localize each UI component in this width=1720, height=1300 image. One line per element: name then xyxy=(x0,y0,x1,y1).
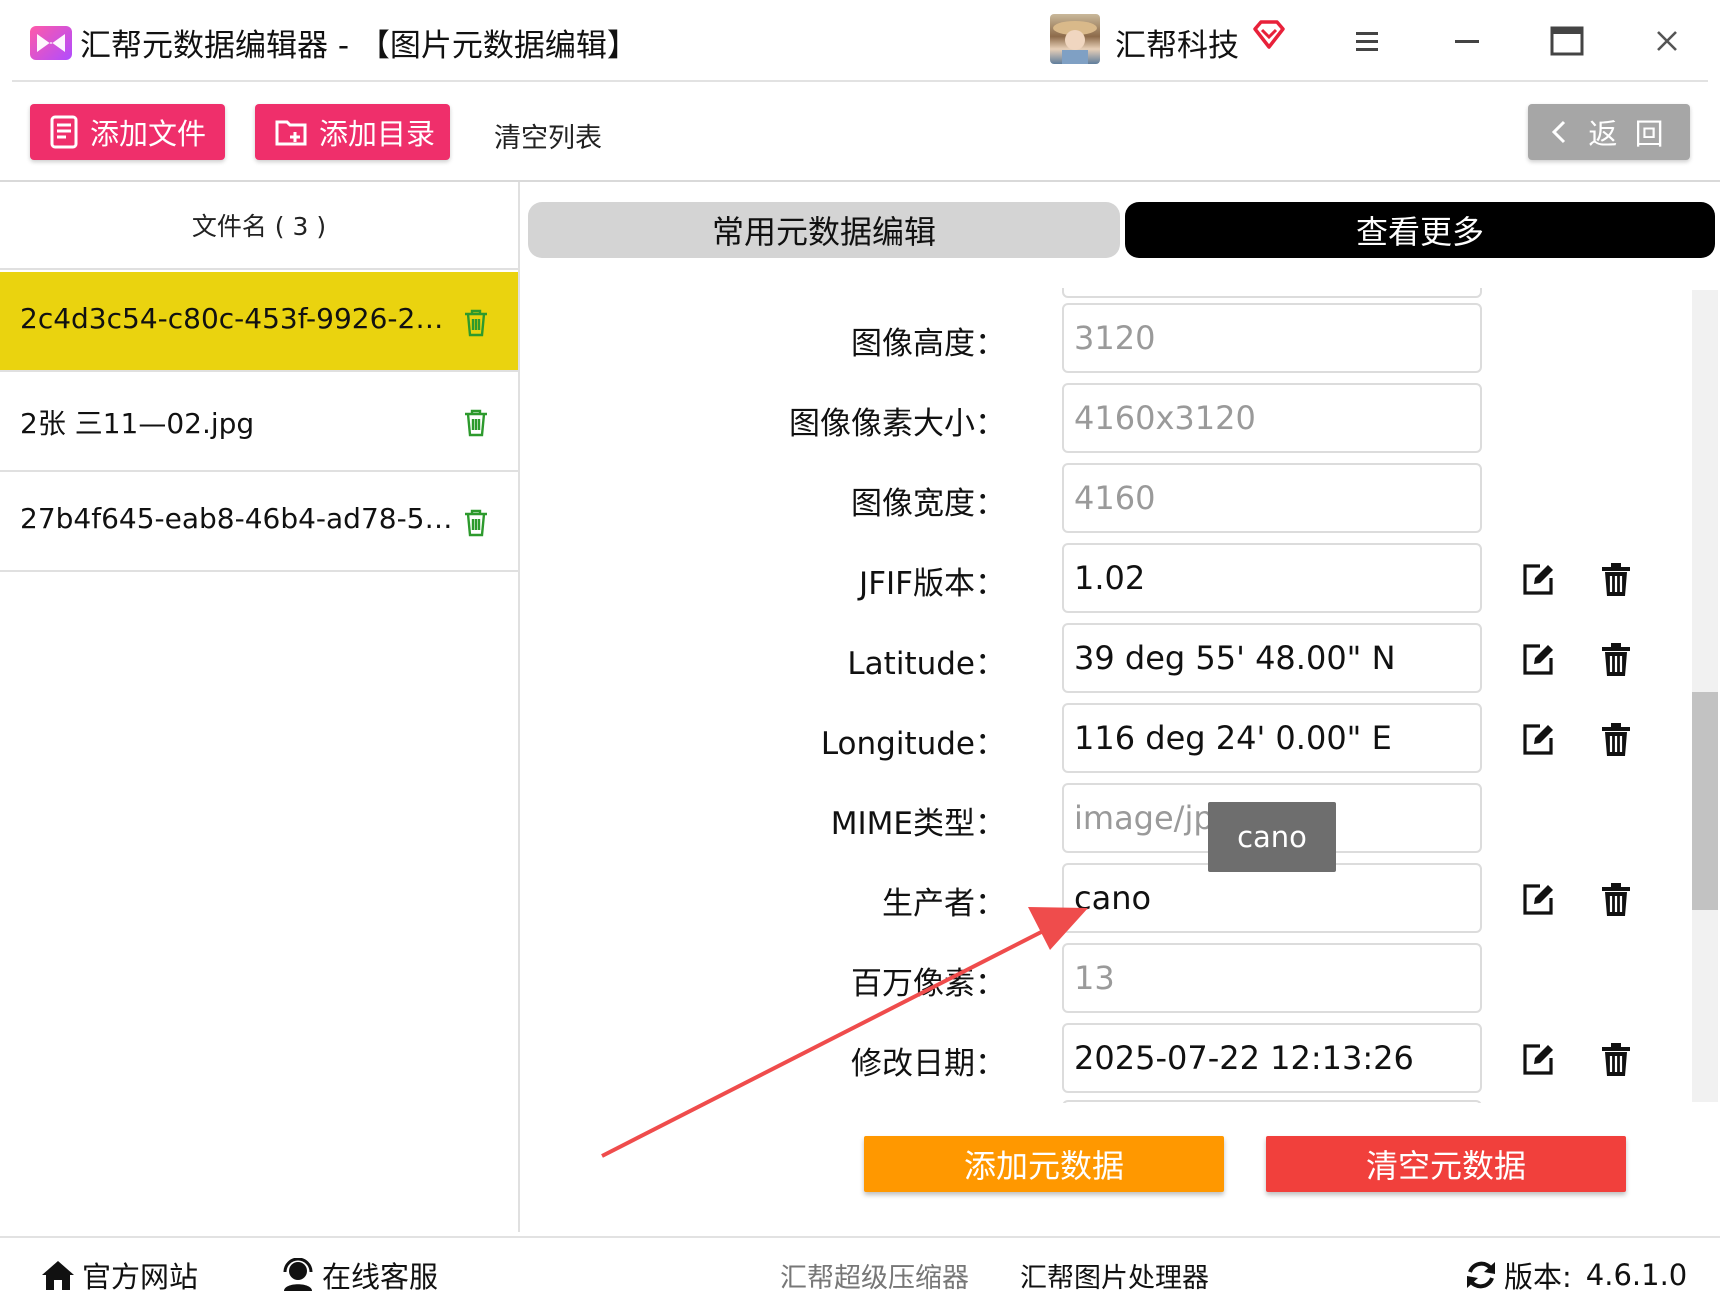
latitude-field[interactable]: 39 deg 55' 48.00" N xyxy=(1062,623,1482,693)
field-label: 生产者： xyxy=(882,886,1006,922)
vip-diamond-icon[interactable] xyxy=(1252,20,1286,54)
field-label: 图像像素大小： xyxy=(789,406,1006,442)
edit-icon[interactable] xyxy=(1520,1042,1556,1078)
modify-date-field[interactable]: 2025-07-22 12:13:26 xyxy=(1062,1023,1482,1093)
field-label: 图像高度： xyxy=(851,326,1006,362)
headset-icon xyxy=(283,1258,313,1291)
field-label: 图像宽度： xyxy=(851,486,1006,522)
field-label: 百万像素： xyxy=(851,966,1006,1002)
add-metadata-button[interactable]: 添加元数据 xyxy=(864,1136,1224,1192)
image-width-field: 4160 xyxy=(1062,463,1482,533)
online-support-link[interactable]: 在线客服 xyxy=(280,1254,438,1296)
official-website-link[interactable]: 官方网站 xyxy=(40,1254,198,1296)
metadata-row-producer: 生产者： cano xyxy=(522,858,1690,938)
back-label: 返 回 xyxy=(1588,117,1668,151)
metadata-row-megapixels: 百万像素： 13 xyxy=(522,938,1690,1018)
tab-view-more[interactable]: 查看更多 xyxy=(1125,202,1715,258)
metadata-row-image-width: 图像宽度： 4160 xyxy=(522,458,1690,538)
file-list-panel: 文件名 ( 3 ) 2c4d3c54-c80c-453f-9926-2d34..… xyxy=(0,182,520,1232)
metadata-field-partial xyxy=(1062,288,1482,298)
chevron-left-icon xyxy=(1552,120,1566,144)
delete-file-icon[interactable] xyxy=(462,308,490,338)
official-website-label: 官方网站 xyxy=(82,1260,199,1294)
online-support-label: 在线客服 xyxy=(322,1260,439,1294)
scrollbar-thumb[interactable] xyxy=(1692,692,1718,910)
megapixels-field: 13 xyxy=(1062,943,1482,1013)
edit-icon[interactable] xyxy=(1520,722,1556,758)
file-row[interactable]: 27b4f645-eab8-46b4-ad78-5998... xyxy=(0,472,518,572)
footer: 官方网站 在线客服 汇帮超级压缩器 汇帮图片处理器 版本: 4.6.1.0 xyxy=(0,1236,1720,1300)
refresh-icon xyxy=(1467,1261,1495,1289)
delete-icon[interactable] xyxy=(1600,1042,1632,1078)
minimize-icon[interactable] xyxy=(1442,18,1492,64)
toolbar: 添加文件 添加目录 清空列表 返 回 xyxy=(0,82,1720,182)
image-size-field: 4160x3120 xyxy=(1062,383,1482,453)
clear-list-button[interactable]: 清空列表 xyxy=(494,116,602,155)
field-label: JFIF版本： xyxy=(859,566,1006,602)
delete-icon[interactable] xyxy=(1600,642,1632,678)
delete-icon[interactable] xyxy=(1600,722,1632,758)
field-label: Longitude： xyxy=(820,726,1006,762)
user-avatar[interactable] xyxy=(1050,14,1100,64)
close-icon[interactable] xyxy=(1642,18,1692,64)
edit-icon[interactable] xyxy=(1520,642,1556,678)
edit-icon[interactable] xyxy=(1520,882,1556,918)
producer-field[interactable]: cano xyxy=(1062,863,1482,933)
file-name: 2c4d3c54-c80c-453f-9926-2d34... xyxy=(20,302,460,335)
delete-icon[interactable] xyxy=(1600,882,1632,918)
menu-icon[interactable] xyxy=(1342,18,1392,64)
value-tooltip: cano xyxy=(1208,802,1336,872)
add-folder-label: 添加目录 xyxy=(319,117,436,151)
compressor-link[interactable]: 汇帮超级压缩器 xyxy=(780,1256,969,1295)
home-icon xyxy=(42,1261,74,1290)
jfif-version-field[interactable]: 1.02 xyxy=(1062,543,1482,613)
add-file-button[interactable]: 添加文件 xyxy=(30,104,225,160)
delete-icon[interactable] xyxy=(1600,562,1632,598)
title-bar: 汇帮元数据编辑器 - 【图片元数据编辑】 汇帮科技 xyxy=(0,0,1720,82)
window-title: 汇帮元数据编辑器 - 【图片元数据编辑】 xyxy=(80,28,638,64)
add-file-label: 添加文件 xyxy=(90,117,207,151)
file-name: 27b4f645-eab8-46b4-ad78-5998... xyxy=(20,502,460,535)
metadata-row-image-height: 图像高度： 3120 xyxy=(522,298,1690,378)
image-height-field: 3120 xyxy=(1062,303,1482,373)
image-processor-link[interactable]: 汇帮图片处理器 xyxy=(1020,1256,1209,1295)
metadata-field-partial xyxy=(1062,1100,1482,1103)
metadata-row-latitude: Latitude： 39 deg 55' 48.00" N xyxy=(522,618,1690,698)
back-button[interactable]: 返 回 xyxy=(1528,104,1690,160)
file-list-header: 文件名 ( 3 ) xyxy=(0,182,518,270)
version-info[interactable]: 版本: 4.6.1.0 xyxy=(1464,1254,1687,1296)
metadata-row-jfif-version: JFIF版本： 1.02 xyxy=(522,538,1690,618)
file-list-icon xyxy=(50,115,78,149)
metadata-row-mime-type: MIME类型： image/jpeg xyxy=(522,778,1690,858)
delete-file-icon[interactable] xyxy=(462,408,490,438)
field-label: MIME类型： xyxy=(830,806,1006,842)
version-number: 4.6.1.0 xyxy=(1585,1258,1688,1292)
metadata-row-image-size: 图像像素大小： 4160x3120 xyxy=(522,378,1690,458)
delete-file-icon[interactable] xyxy=(462,508,490,538)
edit-icon[interactable] xyxy=(1520,562,1556,598)
metadata-row-longitude: Longitude： 116 deg 24' 0.00" E xyxy=(522,698,1690,778)
field-label: Latitude： xyxy=(847,646,1006,682)
field-label: 修改日期： xyxy=(851,1046,1006,1082)
tab-common-metadata[interactable]: 常用元数据编辑 xyxy=(528,202,1120,258)
clear-metadata-button[interactable]: 清空元数据 xyxy=(1266,1136,1626,1192)
maximize-icon[interactable] xyxy=(1542,18,1592,64)
file-row[interactable]: 2c4d3c54-c80c-453f-9926-2d34... xyxy=(0,272,518,372)
longitude-field[interactable]: 116 deg 24' 0.00" E xyxy=(1062,703,1482,773)
metadata-row-modify-date: 修改日期： 2025-07-22 12:13:26 xyxy=(522,1018,1690,1098)
file-row[interactable]: 2张 三11—02.jpg xyxy=(0,372,518,472)
metadata-form: 图像高度： 3120 图像像素大小： 4160x3120 图像宽度： 4160 … xyxy=(522,288,1690,1103)
company-name: 汇帮科技 xyxy=(1115,28,1239,64)
add-folder-button[interactable]: 添加目录 xyxy=(255,104,450,160)
file-name: 2张 三11—02.jpg xyxy=(20,407,255,440)
app-logo-icon xyxy=(30,26,72,60)
version-label: 版本: xyxy=(1504,1260,1572,1294)
folder-add-icon xyxy=(275,120,307,146)
